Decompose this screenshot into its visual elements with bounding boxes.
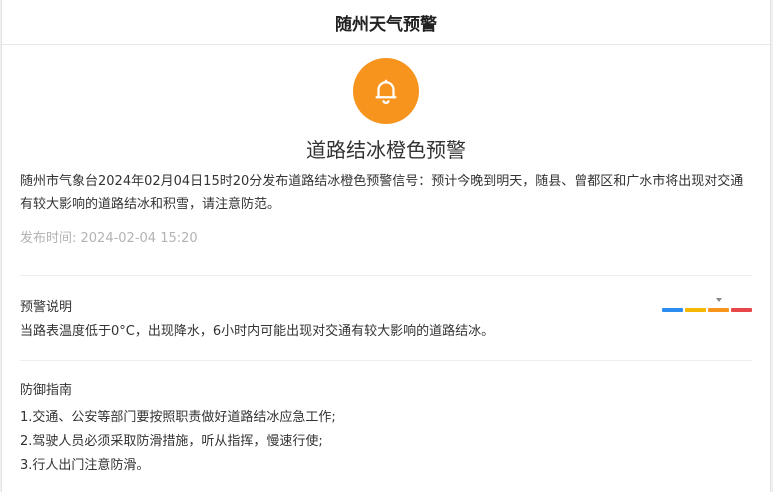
current-level-indicator-icon xyxy=(715,298,722,302)
defense-guide-item: 1.交通、公安等部门要按照职责做好道路结冰应急工作; xyxy=(20,410,336,425)
alert-description: 随州市气象台2024年02月04日15时20分发布道路结冰橙色预警信号：预计今晚… xyxy=(20,174,744,212)
warning-content: 道路结冰橙色预警 随州市气象台2024年02月04日15时20分发布道路结冰橙色… xyxy=(2,45,770,478)
warning-level-blue xyxy=(662,308,683,312)
alert-icon-badge xyxy=(353,58,419,124)
defense-guide-header: 防御指南 xyxy=(20,379,752,398)
defense-guide-item: 2.驾驶人员必须采取防滑措施，听从指挥，慢速行使; xyxy=(20,434,323,449)
defense-guide-heading: 防御指南 xyxy=(20,383,73,398)
warning-level-scale xyxy=(662,298,752,312)
page-title: 随州天气预警 xyxy=(335,14,437,35)
warning-explanation-text: 当路表温度低于0°C，出现降水，6小时内可能出现对交通有较大影响的道路结冰。 xyxy=(20,324,495,339)
alert-icon-wrap xyxy=(20,45,752,124)
bell-icon xyxy=(375,79,397,104)
defense-guide-item: 3.行人出门注意防滑。 xyxy=(20,458,150,473)
divider xyxy=(20,360,752,361)
divider xyxy=(20,275,752,276)
warning-level-orange xyxy=(708,308,729,312)
warning-page: 随州天气预警 道路结冰橙色预警 随州市气象台2024年02月04日15时20分发… xyxy=(1,0,771,492)
page-header: 随州天气预警 xyxy=(2,0,770,45)
warning-explanation-heading: 预警说明 xyxy=(20,299,73,315)
alert-title: 道路结冰橙色预警 xyxy=(306,138,466,162)
warning-level-red xyxy=(731,308,752,312)
warning-explanation-header: 预警说明 xyxy=(20,296,752,315)
publish-time: 发布时间: 2024-02-04 15:20 xyxy=(20,231,198,246)
warning-level-yellow xyxy=(685,308,706,312)
defense-guide-list: 1.交通、公安等部门要按照职责做好道路结冰应急工作; 2.驾驶人员必须采取防滑措… xyxy=(20,406,752,478)
